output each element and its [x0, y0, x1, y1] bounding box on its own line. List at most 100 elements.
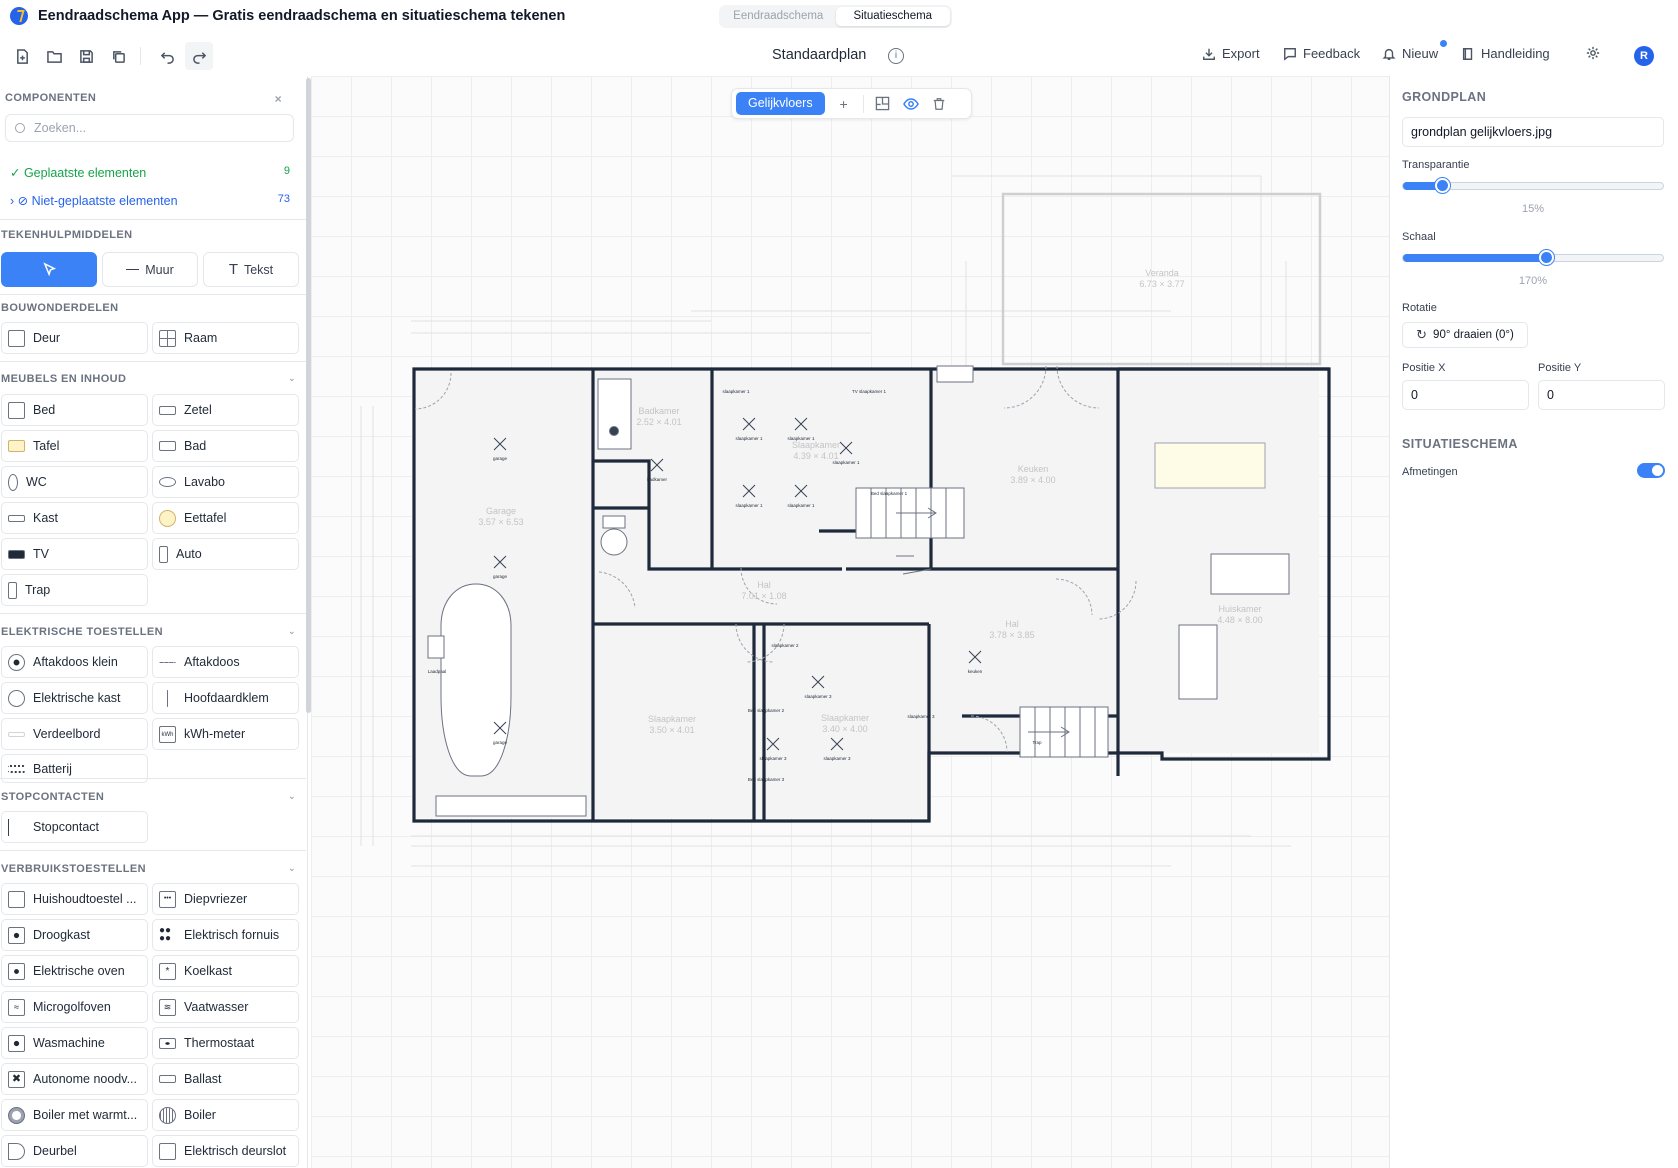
component-wc[interactable]: WC — [1, 466, 148, 498]
component-eettafel[interactable]: Eettafel — [152, 502, 299, 534]
stairs-icon — [8, 581, 17, 599]
export-button[interactable]: Export — [1202, 46, 1260, 61]
component-hoofdaardklem[interactable]: Hoofdaardklem — [152, 682, 299, 714]
divider — [0, 219, 306, 220]
component-thermostaat[interactable]: Thermostaat — [152, 1027, 299, 1059]
pos-x-label: Positie X — [1402, 362, 1446, 374]
component-wasmachine[interactable]: Wasmachine — [1, 1027, 148, 1059]
new-file-icon[interactable] — [8, 42, 36, 70]
component-elektrische-kast[interactable]: Elektrische kast — [1, 682, 148, 714]
element-label: slaapkamer 1 — [787, 503, 815, 508]
room-size: 3.57 × 6.53 — [478, 517, 523, 527]
component-bad[interactable]: Bad — [152, 430, 299, 462]
room-size: 3.40 × 4.00 — [822, 724, 867, 734]
component-verdeelbord[interactable]: Verdeelbord — [1, 718, 148, 750]
component-label: Auto — [176, 547, 202, 561]
component-aftakdoos-klein[interactable]: Aftakdoos klein — [1, 646, 148, 678]
transparency-slider[interactable] — [1402, 178, 1664, 193]
pos-y-input[interactable]: 0 — [1538, 380, 1665, 410]
component-tv[interactable]: TV — [1, 538, 148, 570]
scale-slider[interactable] — [1402, 250, 1664, 265]
unplaced-elements-row[interactable]: › ⊘ Niet-geplaatste elementen 73 — [10, 193, 290, 208]
search-input[interactable]: Zoeken... — [5, 114, 294, 142]
handleiding-button[interactable]: Handleiding — [1461, 46, 1550, 61]
add-floor-icon[interactable]: + — [835, 95, 853, 113]
component-lavabo[interactable]: Lavabo — [152, 466, 299, 498]
settings-button[interactable] — [1586, 46, 1600, 60]
room-size: 4.48 × 8.00 — [1217, 615, 1262, 625]
component-zetel[interactable]: Zetel — [152, 394, 299, 426]
component-microgolfoven[interactable]: ≈ Microgolfoven — [1, 991, 148, 1023]
nieuw-button[interactable]: Nieuw — [1382, 46, 1438, 61]
room-name: Keuken — [1018, 464, 1049, 474]
component-auto[interactable]: Auto — [152, 538, 299, 570]
component-elektrisch-fornuis[interactable]: ●● ●● Elektrisch fornuis — [152, 919, 299, 951]
feedback-button[interactable]: Feedback — [1283, 46, 1360, 61]
open-folder-icon[interactable] — [40, 42, 68, 70]
component-tafel[interactable]: Tafel — [1, 430, 148, 462]
component-label: Verdeelbord — [33, 727, 101, 741]
placed-elements-row[interactable]: ✓ Geplaatste elementen 9 — [10, 165, 290, 180]
text-tool-button[interactable]: T Tekst — [203, 252, 299, 287]
wall-tool-button[interactable]: Muur — [102, 252, 198, 287]
drawing-canvas[interactable]: Garage 3.57 × 6.53 Badkamer 2.52 × 4.01 … — [311, 76, 1389, 1168]
save-icon[interactable] — [72, 42, 100, 70]
component-autonome-noodverlichting[interactable]: ✖ Autonome noodv... — [1, 1063, 148, 1095]
microwave-icon: ≈ — [8, 998, 25, 1016]
element-label: garage — [493, 740, 508, 745]
floor-plan[interactable]: Garage 3.57 × 6.53 Badkamer 2.52 × 4.01 … — [311, 76, 1389, 1168]
trash-icon[interactable] — [930, 95, 948, 113]
component-elektrische-oven[interactable]: Elektrische oven — [1, 955, 148, 987]
component-huishoudtoestel[interactable]: Huishoudtoestel ... — [1, 883, 148, 915]
info-icon[interactable]: i — [888, 48, 904, 64]
chevron-down-icon[interactable]: ⌄ — [288, 863, 296, 875]
chevron-down-icon[interactable]: ⌄ — [288, 791, 296, 803]
element-label: Laadpaal — [428, 669, 447, 674]
eye-icon[interactable] — [902, 95, 920, 113]
tab-situatieschema[interactable]: Situatieschema — [835, 7, 950, 26]
properties-panel: GRONDPLAN grondplan gelijkvloers.jpg Tra… — [1389, 76, 1678, 1168]
close-icon[interactable]: × — [275, 92, 282, 106]
redo-icon[interactable] — [185, 42, 213, 70]
component-boiler[interactable]: Boiler — [152, 1099, 299, 1131]
floorplan-file-field[interactable]: grondplan gelijkvloers.jpg — [1402, 117, 1664, 147]
floorplan-image-icon[interactable] — [874, 95, 892, 113]
tab-eendraadschema[interactable]: Eendraadschema — [721, 7, 836, 26]
sofa-icon — [159, 405, 176, 415]
room-name: Slaapkamer — [648, 714, 696, 724]
component-deur[interactable]: Deur — [1, 322, 148, 354]
component-bed[interactable]: Bed — [1, 394, 148, 426]
chevron-down-icon[interactable]: ⌄ — [288, 626, 296, 638]
component-trap[interactable]: Trap — [1, 574, 148, 606]
component-aftakdoos[interactable]: Aftakdoos — [152, 646, 299, 678]
scale-knob[interactable] — [1539, 250, 1554, 265]
component-deurbel[interactable]: Deurbel — [1, 1135, 148, 1167]
cabinet-icon — [8, 514, 25, 522]
component-diepvriezer[interactable]: ••• Diepvriezer — [152, 883, 299, 915]
table-icon — [8, 440, 25, 452]
element-label: badkamer — [647, 477, 668, 482]
floor-tab-gelijkvloers[interactable]: Gelijkvloers — [736, 92, 825, 115]
component-raam[interactable]: Raam — [152, 322, 299, 354]
rotate-button[interactable]: ↻ 90° draaien (0°) — [1402, 322, 1528, 348]
component-kwh-meter[interactable]: kWh kWh-meter — [152, 718, 299, 750]
dimensions-toggle[interactable] — [1637, 463, 1665, 478]
avatar[interactable]: R — [1634, 46, 1654, 66]
component-label: Elektrisch fornuis — [184, 928, 280, 942]
component-vaatwasser[interactable]: ≋ Vaatwasser — [152, 991, 299, 1023]
component-boiler-warmtepomp[interactable]: Boiler met warmt... — [1, 1099, 148, 1131]
transparency-knob[interactable] — [1435, 178, 1450, 193]
element-label: slaapkamer 3 — [823, 756, 851, 761]
undo-icon[interactable] — [153, 42, 181, 70]
component-koelkast[interactable]: * Koelkast — [152, 955, 299, 987]
component-kast[interactable]: Kast — [1, 502, 148, 534]
component-stopcontact[interactable]: Stopcontact — [1, 811, 148, 843]
component-elektrisch-deurslot[interactable]: Elektrisch deurslot — [152, 1135, 299, 1167]
select-tool-button[interactable] — [1, 252, 97, 287]
element-label: Trap — [1032, 740, 1042, 745]
duplicate-icon[interactable] — [104, 42, 132, 70]
component-ballast[interactable]: Ballast — [152, 1063, 299, 1095]
pos-x-input[interactable]: 0 — [1402, 380, 1529, 410]
component-droogkast[interactable]: Droogkast — [1, 919, 148, 951]
chevron-down-icon[interactable]: ⌄ — [288, 373, 296, 385]
